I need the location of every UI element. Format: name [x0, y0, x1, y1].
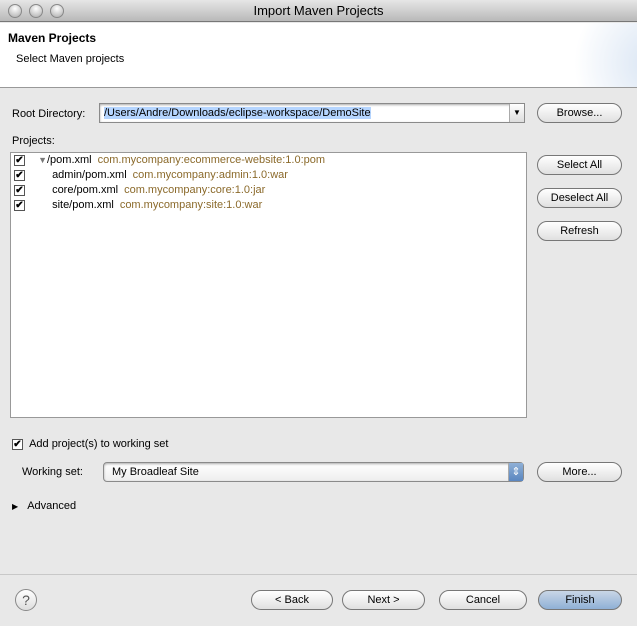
page-title: Maven Projects: [8, 31, 97, 45]
select-all-button[interactable]: Select All: [537, 155, 622, 175]
title-bar: Import Maven Projects: [0, 0, 637, 22]
working-set-label: Working set:: [22, 466, 83, 478]
add-to-working-set[interactable]: ✔ Add project(s) to working set: [12, 438, 168, 450]
advanced-label: Advanced: [27, 500, 77, 512]
back-button[interactable]: < Back: [251, 590, 333, 610]
window-title: Import Maven Projects: [253, 3, 384, 18]
project-path: core/pom.xml: [52, 184, 119, 196]
tree-row[interactable]: ✔ admin/pom.xml com.mycompany:admin:1.0:w…: [14, 168, 288, 183]
tree-row[interactable]: ✔ site/pom.xml com.mycompany:site:1.0:war: [14, 198, 262, 213]
page-subtitle: Select Maven projects: [16, 53, 125, 65]
project-checkbox[interactable]: ✔: [14, 199, 25, 211]
wizard-header: Maven Projects Select Maven projects: [0, 23, 637, 88]
tree-row[interactable]: ✔ core/pom.xml com.mycompany:core:1.0:jar: [14, 183, 265, 198]
refresh-button[interactable]: Refresh: [537, 221, 622, 241]
browse-button[interactable]: Browse...: [537, 103, 622, 123]
project-coordinates: com.mycompany:site:1.0:war: [119, 199, 263, 211]
working-set-select[interactable]: My Broadleaf Site ⇕: [103, 462, 524, 482]
project-checkbox[interactable]: ✔: [14, 184, 25, 196]
dropdown-arrow-icon[interactable]: ▼: [509, 104, 524, 122]
zoom-window-button[interactable]: [50, 4, 64, 18]
finish-button[interactable]: Finish: [538, 590, 622, 610]
project-path: admin/pom.xml: [52, 169, 127, 181]
add-to-working-set-checkbox[interactable]: ✔: [12, 438, 23, 450]
project-path: site/pom.xml: [52, 199, 114, 211]
collapsed-triangle-icon[interactable]: ▶: [12, 502, 18, 511]
root-directory-value: /Users/Andre/Downloads/eclipse-workspace…: [104, 107, 371, 119]
project-checkbox[interactable]: ✔: [14, 154, 25, 166]
projects-tree[interactable]: ✔ ▼/pom.xml com.mycompany:ecommerce-websi…: [10, 152, 527, 418]
expanded-triangle-icon[interactable]: ▼: [38, 155, 47, 165]
project-coordinates: com.mycompany:core:1.0:jar: [124, 184, 266, 196]
project-checkbox[interactable]: ✔: [14, 169, 25, 181]
help-icon[interactable]: ?: [15, 589, 37, 611]
deselect-all-button[interactable]: Deselect All: [537, 188, 622, 208]
add-to-working-set-label: Add project(s) to working set: [29, 438, 169, 450]
footer-divider: [0, 574, 637, 575]
project-coordinates: com.mycompany:admin:1.0:war: [132, 169, 288, 181]
tree-row[interactable]: ✔ ▼/pom.xml com.mycompany:ecommerce-websi…: [14, 153, 325, 168]
header-decoration: [557, 23, 637, 87]
working-set-value: My Broadleaf Site: [112, 466, 199, 478]
more-button[interactable]: More...: [537, 462, 622, 482]
next-button[interactable]: Next >: [342, 590, 425, 610]
project-path: /pom.xml: [46, 154, 92, 166]
close-window-button[interactable]: [8, 4, 22, 18]
project-coordinates: com.mycompany:ecommerce-website:1.0:pom: [97, 154, 326, 166]
cancel-button[interactable]: Cancel: [439, 590, 527, 610]
projects-label: Projects:: [12, 135, 55, 147]
stepper-icon[interactable]: ⇕: [508, 463, 523, 481]
minimize-window-button[interactable]: [29, 4, 43, 18]
root-directory-combo[interactable]: /Users/Andre/Downloads/eclipse-workspace…: [99, 103, 525, 123]
advanced-toggle[interactable]: ▶ Advanced: [12, 500, 76, 512]
root-directory-label: Root Directory:: [12, 108, 86, 120]
